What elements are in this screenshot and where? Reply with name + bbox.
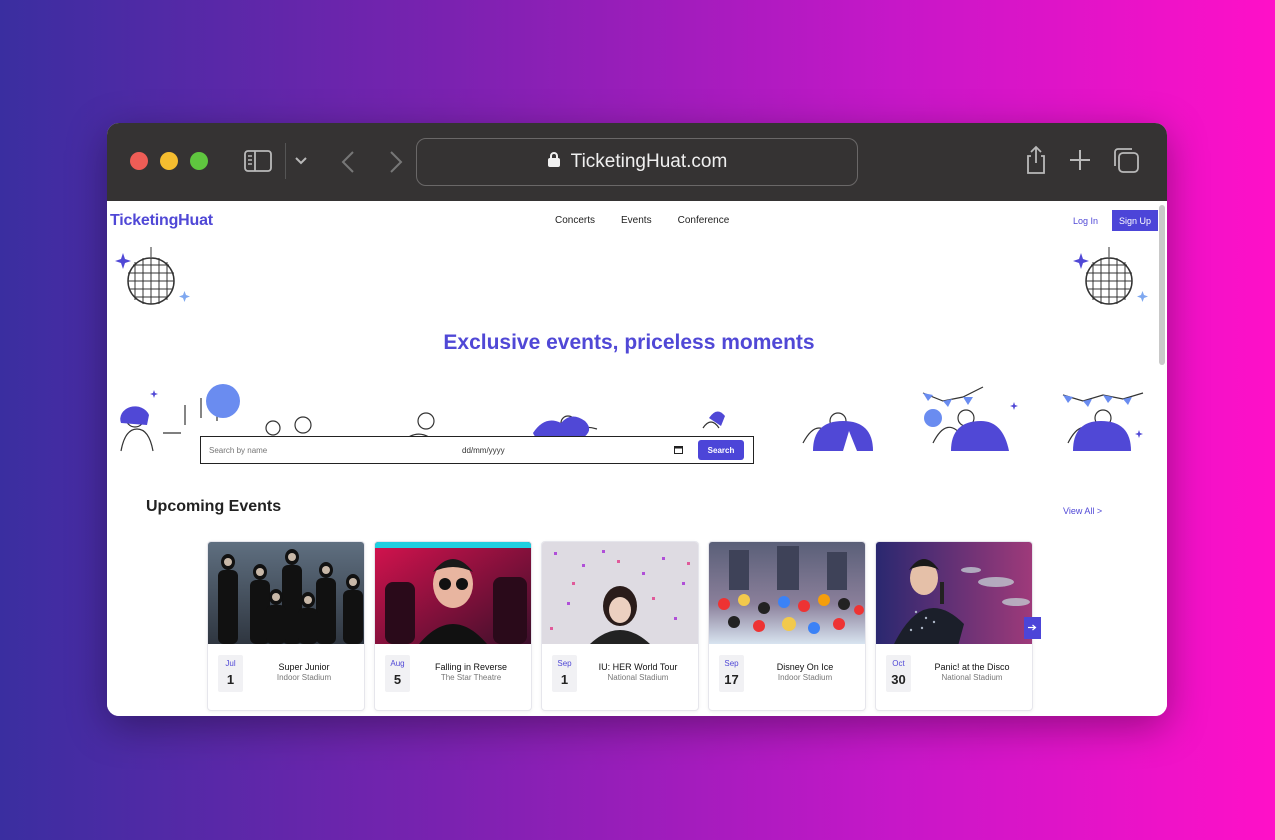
address-url: TicketingHuat.com	[570, 151, 728, 172]
maximize-window-button[interactable]	[190, 152, 208, 170]
back-icon[interactable]	[341, 150, 355, 174]
event-venue: Indoor Stadium	[276, 673, 332, 682]
disco-ball-right-icon	[1073, 247, 1148, 305]
search-input[interactable]	[209, 445, 439, 455]
search-bar: dd/mm/yyyy Search	[200, 436, 754, 464]
event-month: Aug	[390, 659, 405, 668]
event-title: Disney On Ice	[776, 662, 834, 672]
sidebar-toggle-icon[interactable]	[244, 150, 272, 172]
arrow-right-icon	[1028, 623, 1037, 634]
event-title: Panic! at the Disco	[934, 662, 1010, 672]
event-title: Super Junior	[278, 662, 330, 672]
share-icon[interactable]	[1025, 145, 1047, 175]
event-image-panic-at-the-disco	[876, 542, 1032, 644]
nav-conference[interactable]: Conference	[678, 215, 730, 226]
hero-headline: Exclusive events, priceless moments	[443, 331, 815, 354]
event-image-iu	[542, 542, 698, 644]
minimize-window-button[interactable]	[160, 152, 178, 170]
nav-concerts[interactable]: Concerts	[555, 215, 595, 226]
event-image-super-junior	[208, 542, 364, 644]
event-date: Oct 30	[886, 655, 911, 692]
browser-titlebar: TicketingHuat.com	[107, 123, 1167, 201]
tab-overview-icon[interactable]	[1112, 146, 1140, 174]
event-title: IU: HER World Tour	[598, 662, 678, 672]
event-title: Falling in Reverse	[434, 662, 508, 672]
lock-icon	[547, 151, 561, 174]
close-window-button[interactable]	[130, 152, 148, 170]
event-day: 30	[891, 672, 906, 687]
browser-window: TicketingHuat.com TicketingHuat Concerts…	[107, 123, 1167, 716]
event-day: 5	[393, 672, 402, 687]
login-link[interactable]: Log In	[1073, 216, 1098, 226]
date-input[interactable]: dd/mm/yyyy	[462, 446, 662, 455]
signup-button[interactable]: Sign Up	[1112, 210, 1158, 231]
event-card[interactable]: Oct 30 Panic! at the Disco National Stad…	[875, 541, 1033, 711]
event-card[interactable]: Jul 1 Super Junior Indoor Stadium	[207, 541, 365, 711]
event-image-disney-on-ice	[709, 542, 865, 644]
upcoming-events-title: Upcoming Events	[146, 498, 282, 515]
chevron-down-icon[interactable]	[295, 156, 307, 166]
carousel-next-button[interactable]	[1024, 617, 1041, 639]
event-venue: The Star Theatre	[440, 673, 502, 682]
event-card[interactable]: Sep 17 Disney On Ice Indoor Stadium	[708, 541, 866, 711]
view-all-link[interactable]: View All >	[1063, 506, 1102, 516]
event-date: Sep 17	[719, 655, 744, 692]
event-date: Jul 1	[218, 655, 243, 692]
event-venue: National Stadium	[941, 673, 1003, 682]
event-date: Sep 1	[552, 655, 577, 692]
web-page: TicketingHuat Concerts Events Conference…	[107, 201, 1167, 716]
toolbar-divider	[285, 143, 286, 179]
event-month: Sep	[724, 659, 739, 668]
address-bar[interactable]: TicketingHuat.com	[416, 138, 858, 186]
search-button[interactable]: Search	[698, 440, 744, 460]
calendar-icon[interactable]	[674, 441, 683, 459]
event-month: Sep	[557, 659, 572, 668]
event-card[interactable]: Aug 5 Falling in Reverse The Star Theatr…	[374, 541, 532, 711]
event-day: 17	[724, 672, 739, 687]
scrollbar[interactable]	[1159, 205, 1165, 365]
event-day: 1	[226, 672, 235, 687]
brand-logo[interactable]: TicketingHuat	[110, 212, 213, 230]
event-image-falling-in-reverse	[375, 542, 531, 644]
event-date: Aug 5	[385, 655, 410, 692]
forward-icon[interactable]	[389, 150, 403, 174]
event-venue: National Stadium	[607, 673, 669, 682]
new-tab-icon[interactable]	[1069, 149, 1091, 171]
event-day: 1	[560, 672, 569, 687]
event-card[interactable]: Sep 1 IU: HER World Tour National Stadiu…	[541, 541, 699, 711]
event-month: Jul	[225, 659, 236, 668]
nav-events[interactable]: Events	[621, 215, 652, 226]
main-nav: Concerts Events Conference	[555, 215, 729, 226]
disco-ball-left-icon	[115, 247, 190, 305]
event-venue: Indoor Stadium	[777, 673, 833, 682]
event-month: Oct	[892, 659, 905, 668]
